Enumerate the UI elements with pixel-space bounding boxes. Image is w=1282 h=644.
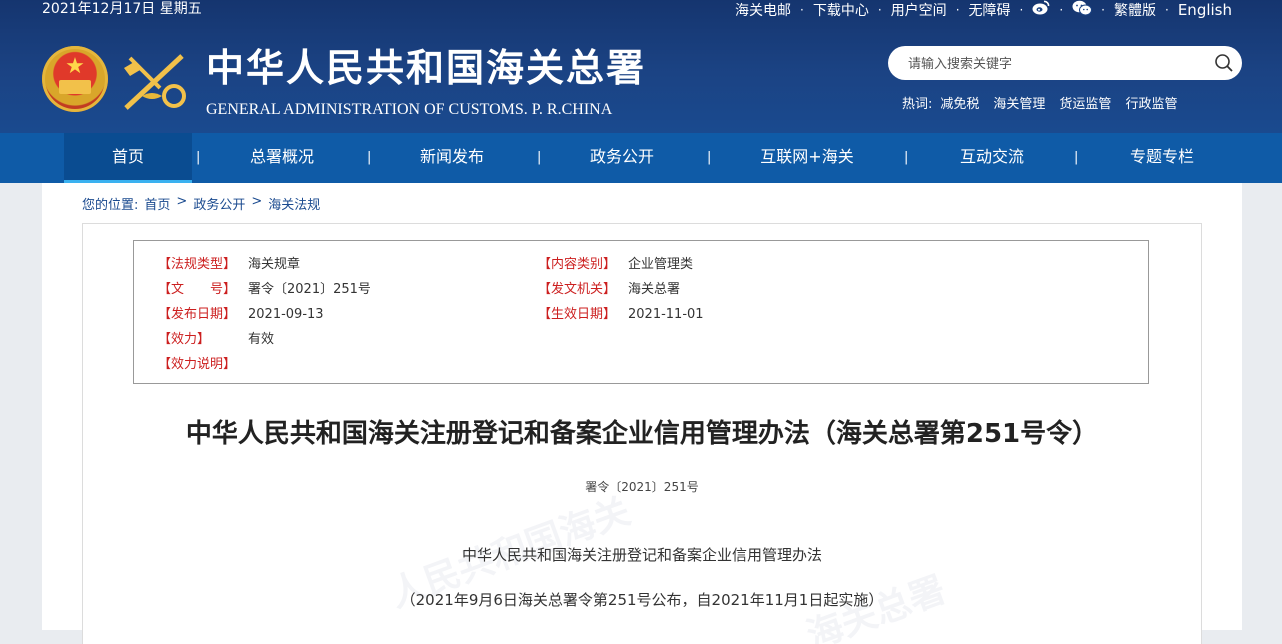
meta-key: 【效力说明】	[158, 357, 237, 372]
article-title: 中华人民共和国海关注册登记和备案企业信用管理办法（海关总署第251号令）	[185, 419, 1099, 449]
meta-value: 海关规章	[248, 257, 301, 272]
meta-field: 【发文机关】 海关总署	[538, 280, 680, 300]
search-input[interactable]	[906, 52, 1200, 76]
nav-separator: |	[1074, 150, 1079, 165]
separator-dot: ·	[1165, 2, 1169, 17]
regulation-metadata: 【法规类型】 海关规章 【内容类别】 企业管理类 【文 号】 署令〔2021〕2…	[133, 240, 1149, 384]
nav-separator: |	[904, 150, 909, 165]
meta-key: 【法规类型】	[158, 257, 237, 272]
toplink-english[interactable]: English	[1178, 1, 1232, 19]
weibo-icon[interactable]	[1032, 0, 1050, 19]
meta-key: 【内容类别】	[538, 257, 617, 272]
nav-item-overview[interactable]: 总署概况	[232, 133, 332, 183]
toplink-user-space[interactable]: 用户空间	[891, 0, 947, 20]
top-links: 海关电邮 · 下载中心 · 用户空间 · 无障碍 · · · 繁體版 · Eng…	[735, 0, 1232, 19]
hotwords-label: 热词:	[902, 97, 933, 112]
separator-dot: ·	[1101, 2, 1105, 17]
content-area: 您的位置: 首页 > 政务公开 > 海关法规 人民共和国海关 海关总署 【法规类…	[42, 183, 1242, 644]
meta-key: 【发布日期】	[158, 307, 237, 322]
meta-value: 2021-09-13	[248, 307, 324, 322]
main-nav: 首页 | 总署概况 | 新闻发布 | 政务公开 | 互联网+海关 | 互动交流 …	[0, 133, 1282, 183]
wechat-icon[interactable]	[1072, 0, 1093, 20]
meta-value: 署令〔2021〕251号	[248, 282, 371, 297]
meta-key: 【发文机关】	[538, 282, 617, 297]
article-subtitle: 中华人民共和国海关注册登记和备案企业信用管理办法	[461, 546, 822, 564]
search-box	[888, 46, 1242, 80]
breadcrumb-item-government-affairs[interactable]: 政务公开	[193, 194, 245, 213]
toplink-download[interactable]: 下载中心	[813, 0, 869, 20]
meta-value: 海关总署	[628, 282, 681, 297]
nav-separator: |	[707, 150, 712, 165]
nav-item-interaction[interactable]: 互动交流	[942, 133, 1042, 183]
meta-value: 2021-11-01	[628, 307, 704, 322]
nav-separator: |	[367, 150, 372, 165]
nav-item-news[interactable]: 新闻发布	[402, 133, 502, 183]
breadcrumb-prefix: 您的位置:	[82, 198, 139, 213]
site-title: 中华人民共和国海关总署	[206, 45, 647, 90]
current-date: 2021年12月17日 星期五	[42, 1, 202, 17]
site-subtitle: GENERAL ADMINISTRATION OF CUSTOMS. P. R.…	[206, 101, 613, 118]
nav-separator: |	[196, 150, 201, 165]
meta-value: 企业管理类	[628, 257, 694, 272]
meta-field: 【文 号】 署令〔2021〕251号	[158, 280, 371, 300]
nav-item-special-topics[interactable]: 专题专栏	[1112, 133, 1212, 183]
toplink-email[interactable]: 海关电邮	[735, 0, 791, 20]
article-panel: 人民共和国海关 海关总署 【法规类型】 海关规章 【内容类别】 企业管理类 【文…	[82, 223, 1202, 644]
hotword-link[interactable]: 行政监管	[1125, 96, 1177, 114]
separator-dot: ·	[955, 2, 960, 17]
publication-note: （2021年9月6日海关总署令第251号公布，自2021年11月1日起实施）	[400, 591, 884, 609]
site-header: 2021年12月17日 星期五 海关电邮 · 下载中心 · 用户空间 · 无障碍…	[0, 0, 1282, 133]
meta-key: 【文 号】	[158, 282, 237, 297]
breadcrumb-separator: >	[176, 194, 188, 209]
separator-dot: ·	[800, 2, 804, 17]
meta-key: 【生效日期】	[538, 307, 617, 322]
breadcrumb-separator: >	[251, 194, 263, 209]
meta-value: 有效	[248, 332, 275, 347]
breadcrumb-item-customs-regulations[interactable]: 海关法规	[268, 194, 320, 213]
separator-dot: ·	[1059, 2, 1064, 17]
nav-item-internet-customs[interactable]: 互联网+海关	[742, 133, 872, 183]
breadcrumb-item-home[interactable]: 首页	[144, 194, 170, 213]
meta-field: 【发布日期】 2021-09-13	[158, 305, 324, 325]
meta-field: 【效力】 有效	[158, 330, 274, 350]
meta-field: 【效力说明】	[158, 355, 248, 375]
hotword-link[interactable]: 货运监管	[1059, 96, 1111, 114]
breadcrumb: 您的位置: 首页 > 政务公开 > 海关法规	[82, 194, 320, 213]
search-icon[interactable]	[1214, 53, 1234, 73]
meta-field: 【内容类别】 企业管理类	[538, 255, 693, 275]
separator-dot: ·	[877, 2, 882, 17]
national-emblem-icon: ★	[42, 46, 108, 112]
meta-field: 【生效日期】 2021-11-01	[538, 305, 704, 325]
nav-item-home[interactable]: 首页	[64, 133, 192, 183]
meta-field: 【法规类型】 海关规章	[158, 255, 300, 275]
customs-key-logo-icon	[124, 54, 186, 110]
nav-item-government-affairs[interactable]: 政务公开	[572, 133, 672, 183]
nav-separator: |	[537, 150, 542, 165]
hotword-link[interactable]: 海关管理	[993, 96, 1045, 114]
meta-key: 【效力】	[158, 332, 211, 347]
toplink-accessibility[interactable]: 无障碍	[969, 0, 1011, 20]
document-number: 署令〔2021〕251号	[585, 480, 699, 494]
separator-dot: ·	[1019, 2, 1024, 17]
hotwords: 热词: 减免税 海关管理 货运监管 行政监管	[902, 96, 1177, 114]
toplink-traditional[interactable]: 繁體版	[1114, 0, 1156, 20]
hotword-link[interactable]: 减免税	[940, 96, 979, 114]
